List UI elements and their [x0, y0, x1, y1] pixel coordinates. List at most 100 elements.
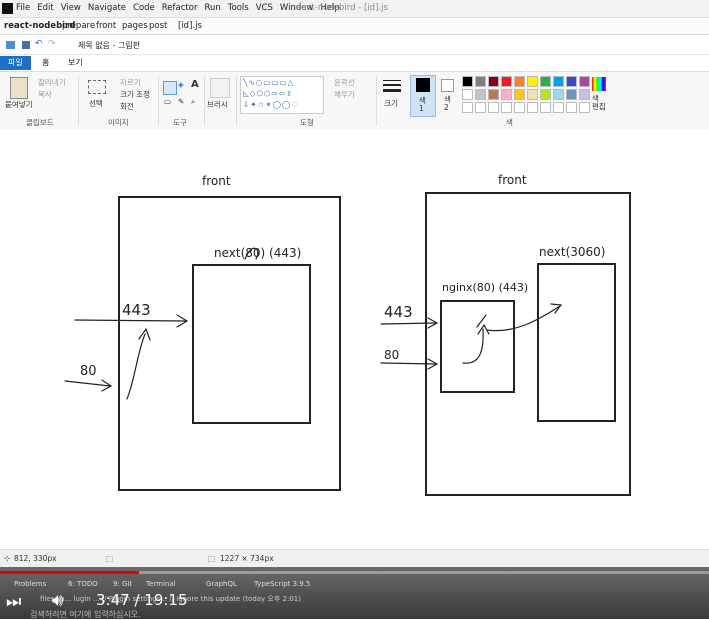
ribbon-divider	[78, 76, 79, 126]
paste-button[interactable]: 붙여넣기	[5, 99, 33, 110]
menu-run[interactable]: Run	[204, 3, 220, 13]
canvas-size: 1227 × 734px	[220, 554, 274, 563]
next-video-icon[interactable]: ⏭	[6, 592, 21, 612]
outline-button[interactable]: 윤곽선	[334, 77, 355, 88]
left-443-arrow	[74, 319, 187, 322]
palette-custom-swatch[interactable]	[462, 102, 473, 113]
color1-button[interactable]: 색 1	[410, 75, 436, 117]
undo-icon[interactable]: ↶	[35, 39, 43, 49]
tab-file[interactable]: 파일	[0, 56, 31, 70]
breadcrumb-prepare[interactable]: prepare	[62, 21, 95, 31]
menu-file[interactable]: File	[16, 3, 30, 13]
palette-custom-swatch[interactable]	[488, 102, 499, 113]
palette-custom-swatch[interactable]	[501, 102, 512, 113]
menu-edit[interactable]: Edit	[37, 3, 53, 13]
tab-home[interactable]: 홈	[34, 56, 57, 70]
volume-icon[interactable]: 🔊︎	[52, 590, 63, 611]
menu-vcs[interactable]: VCS	[256, 3, 273, 13]
palette-custom-swatch[interactable]	[540, 102, 551, 113]
menu-refactor[interactable]: Refactor	[162, 3, 198, 13]
palette-color-swatch[interactable]	[553, 89, 564, 100]
save-icon[interactable]	[22, 41, 30, 49]
tool-tab-graphql[interactable]: GraphQL	[206, 580, 237, 588]
size-line-icon[interactable]	[383, 84, 401, 86]
drawing-svg: front next(80) (443) 443 80 front nginx(…	[64, 173, 631, 496]
taskbar-search-input[interactable]: 검색하려면 여기에 입력하십시오.	[30, 609, 141, 620]
palette-color-swatch[interactable]	[579, 76, 590, 87]
crop-button[interactable]: 자르기	[120, 77, 141, 88]
ribbon-divider	[236, 76, 237, 126]
menu-view[interactable]: View	[61, 3, 81, 13]
size-line-icon[interactable]	[383, 80, 401, 81]
palette-color-swatch[interactable]	[566, 89, 577, 100]
palette-color-swatch[interactable]	[527, 89, 538, 100]
tool-tab-problems[interactable]: Problems	[14, 580, 46, 588]
shapes-row1-icon[interactable]: ╲∿○▭▭▭△	[243, 78, 294, 87]
palette-color-swatch[interactable]	[553, 76, 564, 87]
palette-color-swatch[interactable]	[501, 76, 512, 87]
size-line-icon[interactable]	[383, 89, 401, 92]
palette-color-swatch[interactable]	[540, 76, 551, 87]
palette-color-swatch[interactable]	[488, 89, 499, 100]
redo-icon[interactable]: ↷	[48, 39, 56, 49]
color2-button[interactable]: 색 2	[438, 75, 460, 115]
menu-navigate[interactable]: Navigate	[88, 3, 126, 13]
right-443-arrow	[380, 322, 437, 325]
palette-color-swatch[interactable]	[488, 76, 499, 87]
color-picker-icon[interactable]: ✎	[178, 97, 184, 106]
menu-tools[interactable]: Tools	[228, 3, 249, 13]
palette-color-swatch[interactable]	[462, 76, 473, 87]
palette-color-swatch[interactable]	[566, 76, 577, 87]
copy-button[interactable]: 복사	[38, 89, 52, 100]
eraser-icon[interactable]: ▭	[164, 97, 171, 106]
right-443-label: 443	[384, 303, 413, 321]
palette-color-swatch[interactable]	[514, 89, 525, 100]
right-80-label: 80	[384, 348, 399, 362]
palette-color-swatch[interactable]	[540, 89, 551, 100]
pencil-icon[interactable]	[163, 81, 177, 95]
tool-tab-git[interactable]: 9: Git	[113, 580, 132, 588]
select-icon[interactable]	[88, 80, 106, 94]
palette-color-swatch[interactable]	[501, 89, 512, 100]
shapes-gallery[interactable]: ╲∿○▭▭▭△ ◺◇⬠⬡⇨⇦⇧ ⇩✦☆✶◯◯♡	[240, 76, 324, 114]
breadcrumb-file[interactable]: [id].js	[178, 21, 202, 31]
paint-canvas[interactable]: front next(80) (443) 443 80 front nginx(…	[0, 129, 709, 549]
fill-icon[interactable]: ◈	[178, 80, 184, 89]
palette-custom-swatch[interactable]	[553, 102, 564, 113]
palette-custom-swatch[interactable]	[579, 102, 590, 113]
palette-color-swatch[interactable]	[514, 76, 525, 87]
palette-color-swatch[interactable]	[475, 76, 486, 87]
shapes-row3-icon[interactable]: ⇩✦☆✶◯◯♡	[243, 100, 299, 109]
breadcrumb-post[interactable]: post	[149, 21, 167, 31]
palette-custom-swatch[interactable]	[475, 102, 486, 113]
resize-button[interactable]: 크기 조정	[120, 89, 150, 100]
select-button[interactable]: 선택	[89, 98, 103, 109]
edit-colors-button[interactable]: 색 편집	[592, 95, 606, 111]
cut-button[interactable]: 잘라내기	[38, 77, 66, 88]
palette-custom-swatch[interactable]	[527, 102, 538, 113]
size-button[interactable]: 크기	[384, 98, 398, 109]
brush-icon[interactable]	[210, 78, 230, 98]
tool-tab-terminal[interactable]: Terminal	[146, 580, 176, 588]
palette-color-swatch[interactable]	[527, 76, 538, 87]
shapes-row2-icon[interactable]: ◺◇⬠⬡⇨⇦⇧	[243, 89, 293, 98]
menu-code[interactable]: Code	[133, 3, 155, 13]
rotate-button[interactable]: 회전	[120, 101, 134, 112]
palette-custom-swatch[interactable]	[514, 102, 525, 113]
palette-custom-swatch[interactable]	[566, 102, 577, 113]
edit-colors-icon[interactable]	[592, 77, 606, 91]
left-curve	[126, 333, 146, 400]
breadcrumb-front[interactable]: front	[96, 21, 116, 31]
text-icon[interactable]: A	[191, 79, 199, 90]
brush-button[interactable]: 브러시	[207, 99, 228, 110]
fill-button[interactable]: 채우기	[334, 89, 355, 100]
paste-icon[interactable]	[10, 77, 28, 99]
palette-color-swatch[interactable]	[462, 89, 473, 100]
tool-tab-todo[interactable]: 6: TODO	[68, 580, 98, 588]
tool-tab-typescript[interactable]: TypeScript 3.9.5	[254, 580, 310, 588]
tab-view[interactable]: 보기	[60, 56, 91, 70]
magnifier-icon[interactable]: ⌕	[191, 97, 195, 107]
breadcrumb-pages[interactable]: pages	[122, 21, 148, 31]
palette-color-swatch[interactable]	[475, 89, 486, 100]
palette-color-swatch[interactable]	[579, 89, 590, 100]
